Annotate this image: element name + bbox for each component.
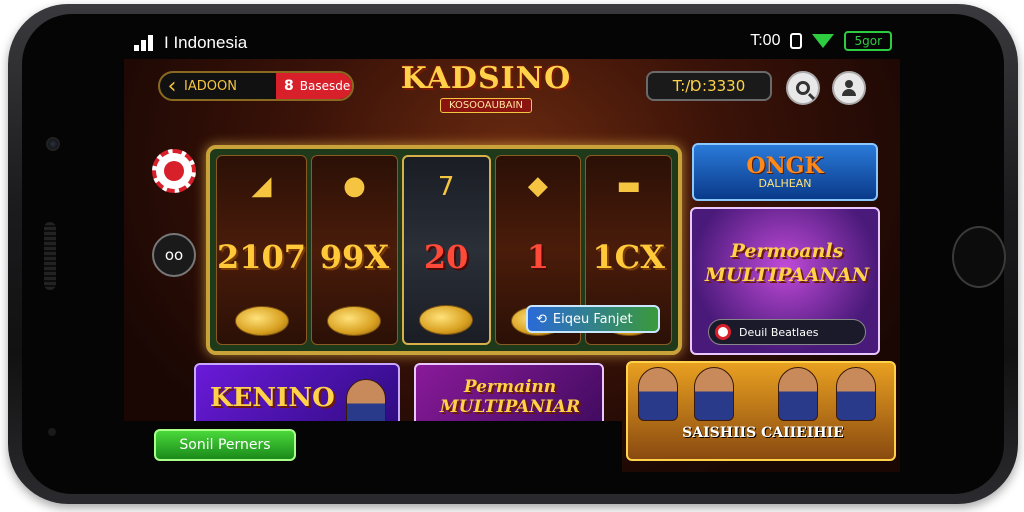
logo-subtitle: KOSOOAUBAIN (439, 98, 533, 113)
coin-stack-icon (419, 305, 474, 335)
logo-title: KADSINO (400, 61, 572, 96)
reel-value: 1CX (592, 238, 665, 276)
dice-icon: oo (164, 246, 184, 264)
promo-multiplayer-title: Permoanls MULTIPAANAN (704, 240, 870, 286)
bottom-bar: Sonil Perners (124, 421, 622, 472)
coin-stack-icon (327, 306, 382, 336)
reel-symbol-icon: ◢ (251, 171, 272, 201)
sensor-dot (48, 428, 56, 436)
screen: I Indonesia T:00 5gor ‹ IADOON 8 Basesde… (124, 27, 900, 472)
bottom-action-button[interactable]: Sonil Perners (154, 429, 296, 461)
game-card-players[interactable]: SAISHIIS CAIIEIHIE (626, 361, 896, 461)
profile-button[interactable] (832, 71, 866, 105)
wifi-icon (812, 34, 835, 48)
reel-symbol-icon: ▬ (616, 171, 641, 201)
avatar (836, 367, 876, 421)
slot-machine: ◢ 2107 ● 99X 7 20 ◆ 1 ▬ 1CX ⟲ Eiqeu Fanjet (206, 145, 682, 355)
reel-value: 2107 (217, 238, 307, 276)
slot-action-button[interactable]: ⟲ Eiqeu Fanjet (526, 305, 660, 333)
reel-symbol-icon: ◆ (527, 171, 548, 201)
dice-button[interactable]: oo (152, 233, 196, 277)
slot-reel: ◢ 2107 (216, 155, 308, 345)
chevron-left-icon: ‹ (167, 73, 177, 99)
balance-display[interactable]: T:/Ɒ:3330 (646, 71, 772, 101)
promo-banner-multiplayer[interactable]: Permoanls MULTIPAANAN Deuil Beatlaes (690, 207, 880, 355)
avatar (778, 367, 818, 421)
carrier-label: I Indonesia (164, 33, 248, 52)
promo-multiplayer-button-label: Deuil Beatlaes (739, 325, 819, 339)
search-button[interactable] (786, 71, 820, 105)
promo-multiplayer-button[interactable]: Deuil Beatlaes (708, 319, 866, 345)
game-card-title: KENINO (210, 383, 335, 413)
reel-symbol-icon: 7 (437, 172, 455, 202)
reel-symbol-icon: ● (343, 171, 366, 201)
promo-banner-top[interactable]: ONGK DALHEAN (692, 143, 878, 201)
refresh-icon: ⟲ (536, 311, 547, 327)
reel-value: 20 (423, 238, 469, 276)
home-button[interactable] (952, 226, 1006, 288)
badge-count: 8 (284, 78, 294, 94)
top-bar: ‹ IADOON 8 Basesde KADSINO KOSOOAUBAIN T… (124, 59, 900, 123)
badge-button[interactable]: 8 Basesde (276, 73, 352, 99)
reel-value: 1 (526, 238, 550, 276)
back-label: IADOON (184, 78, 237, 94)
coin-stack-icon (234, 306, 289, 336)
badge-label: Basesde (299, 79, 351, 93)
signal-icon (134, 35, 156, 51)
slot-reel: 7 20 (401, 155, 491, 345)
user-icon (842, 80, 856, 96)
promo-subtitle: DALHEAN (758, 176, 812, 190)
lock-icon (790, 33, 803, 49)
promo-title: ONGK (746, 152, 824, 179)
slot-action-label: Eiqeu Fanjet (552, 311, 633, 327)
camera-icon (46, 137, 60, 151)
avatar (694, 367, 734, 421)
game-card-title: SAISHIIS CAIIEIHIE (682, 425, 844, 441)
record-icon (715, 324, 731, 340)
status-bar: I Indonesia T:00 5gor (124, 27, 900, 59)
speaker-grille (44, 222, 56, 290)
clock: T:00 (750, 32, 781, 49)
slot-reel: ● 99X (311, 155, 398, 345)
reel-value: 99X (319, 238, 390, 276)
back-button[interactable]: ‹ IADOON 8 Basesde (158, 71, 354, 101)
chip-button[interactable] (152, 149, 196, 193)
chip-icon (164, 161, 184, 181)
game-card-title: Permainn MULTIPANIAR (439, 377, 581, 417)
search-icon (796, 81, 810, 95)
logo: KADSINO KOSOOAUBAIN (376, 61, 596, 121)
avatar (638, 367, 678, 421)
battery-indicator: 5gor (844, 31, 892, 51)
